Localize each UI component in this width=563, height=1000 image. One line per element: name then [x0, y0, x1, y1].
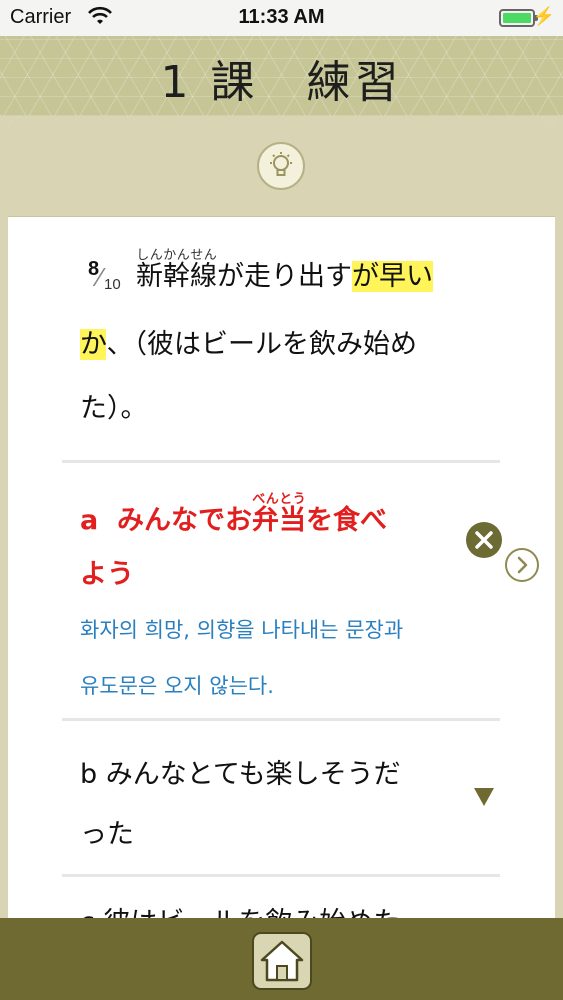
divider: [62, 874, 500, 877]
option-a-line-2[interactable]: よう: [80, 552, 134, 591]
close-icon: [466, 522, 502, 558]
page-title: 1 課 練習: [160, 57, 403, 108]
question-line-1: 新幹線しんかんせんが走り出すが早い: [136, 248, 433, 292]
question-counter: 8 ⁄ 10: [88, 258, 121, 293]
status-bar: Carrier 11:33 AM ⚡: [0, 0, 563, 36]
question-line-3: た）。: [80, 393, 148, 424]
explanation-line-1: 화자의 희망, 의향을 나타내는 문장과: [80, 618, 404, 642]
header: 1 課 練習: [0, 36, 563, 116]
question-highlight: が早い: [352, 261, 433, 292]
question-total: 10: [104, 276, 121, 293]
clock: 11:33 AM: [238, 6, 325, 28]
option-b-line-2[interactable]: った: [80, 812, 134, 851]
lightbulb-icon: [270, 152, 292, 176]
bottom-bar: [0, 918, 563, 1000]
question-line-2: か、（彼はビールを飲み始め: [80, 329, 417, 360]
explanation-line-2: 유도문은 오지 않는다.: [80, 674, 274, 698]
divider: [62, 718, 500, 721]
chevron-right-icon: [517, 556, 528, 574]
triangle-down-icon[interactable]: [472, 786, 496, 812]
question-highlight-2: か: [80, 329, 107, 360]
question-ruby: 新幹線しんかんせん: [136, 248, 217, 292]
next-button[interactable]: [505, 548, 539, 582]
home-icon: [260, 940, 304, 982]
hint-button[interactable]: [257, 142, 305, 190]
divider: [62, 460, 500, 463]
option-a-line-1[interactable]: a みんなでお弁当べんとうを食べ: [80, 492, 387, 537]
hint-bar: [8, 116, 555, 217]
battery-icon: [499, 9, 538, 27]
option-b-line-1[interactable]: b みんなとても楽しそうだ: [80, 752, 401, 791]
charging-icon: ⚡: [532, 6, 555, 26]
home-button[interactable]: [252, 932, 312, 990]
